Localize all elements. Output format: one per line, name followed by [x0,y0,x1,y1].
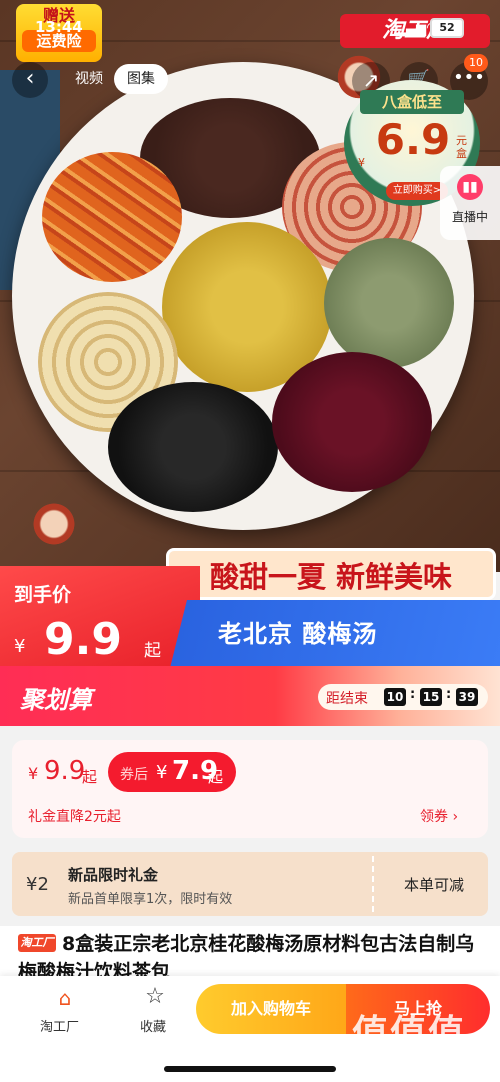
mulberries [108,382,278,512]
gift-discount-text: 礼金直降2元起 [28,809,121,825]
watermark-url: zhizhizhi.com [352,1052,461,1071]
status-time: 13:44 [35,18,83,36]
voucher-title: 新品限时礼金 [68,866,159,884]
live-stream-button[interactable]: ▮▮ 直播中 [440,166,500,240]
promo-unit: 元盒 [456,134,467,160]
voucher-applicable: 本单可减 [404,876,465,894]
countdown-minutes: 15 [420,688,442,706]
promo-yen: ¥ [358,156,365,169]
tab-gallery[interactable]: 图集 [114,64,168,94]
battery-indicator: 52 [430,18,464,38]
coupon-yen: ¥ [28,764,39,783]
promo-price: 6.9 [375,115,451,164]
voucher-divider [372,856,374,912]
dried-mint [324,238,454,368]
countdown-label: 距结束 [326,691,368,707]
price-suffix: 起 [144,641,161,661]
juhuasuan-title: 聚划算 [20,686,92,714]
after-coupon-qi: 起 [208,768,224,786]
promo-headline: 八盒低至 [360,90,464,114]
roselle [272,352,432,492]
favorite-label[interactable]: 收藏 [140,1016,166,1035]
after-coupon-yen: ¥ [156,762,168,783]
live-label: 直播中 [451,210,488,224]
shop-icon[interactable]: ⌂ [50,986,80,1012]
slogan-banner: 酸甜一夏 新鲜美味 [166,548,496,600]
price-yen: ¥ [14,636,26,657]
final-price: 9.9 [44,614,122,665]
hawthorn-slice [28,498,80,550]
promo-buy-button[interactable]: 立即购买> [386,182,448,200]
message-count-badge: 10 [464,54,488,72]
countdown-separator: : [446,687,452,702]
get-coupon-link[interactable]: 领券 › [420,806,458,826]
live-chart-icon: ▮▮ [457,174,483,200]
add-to-cart-button[interactable]: 加入购物车 [196,984,346,1034]
product-tag: 老北京 酸梅汤 [218,620,378,648]
voucher-amount: ¥2 [26,874,49,895]
voucher-subtitle: 新品首单限享1次，限时有效 [68,892,233,907]
back-button[interactable]: ‹ [12,62,48,98]
taogongchang-logo: 淘工厂 [18,934,56,952]
coupon-price: 9.9 [44,756,86,786]
chevron-left-icon: ‹ [25,66,35,91]
watermark: 值值值 [352,1013,467,1054]
after-coupon-label: 券后 [120,767,148,783]
star-icon[interactable]: ☆ [140,984,170,1010]
signal-icon: ▂▄▆ [396,22,426,37]
final-price-label: 到手价 [14,584,72,606]
countdown-hours: 10 [384,688,406,706]
coupon-qi: 起 [82,768,98,786]
tab-video[interactable]: 视频 [66,64,112,94]
home-indicator[interactable] [164,1066,336,1072]
orange-peel [42,152,182,282]
countdown-seconds: 39 [456,688,478,706]
shop-label[interactable]: 淘工厂 [40,1016,79,1035]
countdown-separator: : [410,687,416,702]
